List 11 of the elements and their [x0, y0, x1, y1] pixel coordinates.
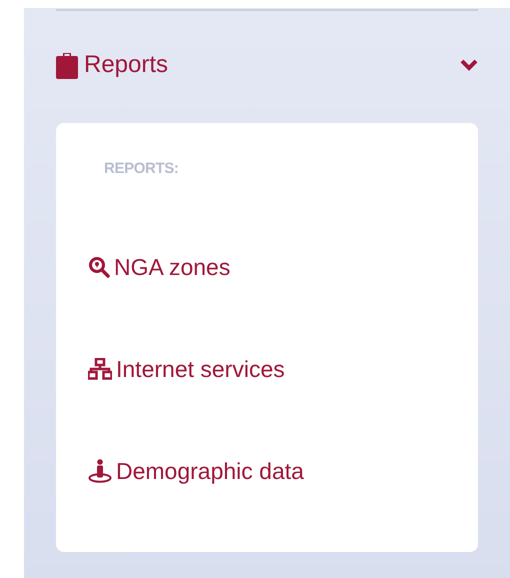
- network-icon: [88, 358, 112, 380]
- search-icon: [88, 256, 110, 278]
- section-title: Reports: [84, 50, 168, 80]
- clipboard-icon: [56, 51, 78, 79]
- report-link[interactable]: Demographic data: [88, 457, 304, 485]
- report-link[interactable]: Internet services: [88, 355, 285, 383]
- chevron-down-icon[interactable]: [460, 59, 478, 71]
- reports-header[interactable]: Reports: [56, 11, 478, 123]
- person-icon: [88, 459, 112, 483]
- report-link[interactable]: NGA zones: [88, 253, 230, 281]
- submenu-heading: REPORTS:: [103, 159, 180, 179]
